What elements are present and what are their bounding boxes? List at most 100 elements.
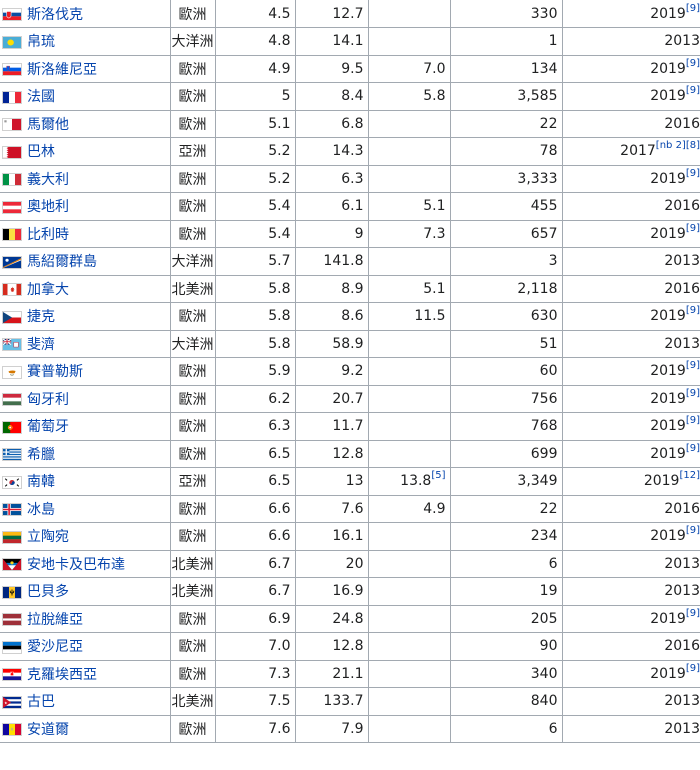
citation-ref-link[interactable]: [12] [679, 470, 700, 481]
value-cell-2: 7.6 [294, 494, 369, 523]
value-cell-4: 840 [449, 687, 563, 716]
value-cell-3 [367, 137, 451, 166]
citation-ref[interactable]: [9] [686, 388, 700, 399]
country-link[interactable]: 斯洛維尼亞 [27, 62, 97, 78]
citation-ref[interactable]: [9] [686, 168, 700, 179]
country-link[interactable]: 安地卡及巴布達 [27, 557, 125, 573]
value-1: 7.5 [268, 693, 291, 710]
country-link[interactable]: 拉脫維亞 [27, 612, 83, 628]
citation-ref-link[interactable]: [9] [686, 388, 700, 399]
country-link[interactable]: 葡萄牙 [27, 419, 69, 435]
citation-ref-link[interactable]: [9] [686, 608, 700, 619]
value-cell-4: 6 [449, 549, 563, 578]
value-1: 4.8 [268, 33, 291, 50]
citation-ref-link[interactable]: [9] [686, 168, 700, 179]
citation-ref[interactable]: [9] [686, 360, 700, 371]
country-link[interactable]: 克羅埃西亞 [27, 667, 97, 683]
citation-ref[interactable]: [12] [679, 470, 700, 481]
citation-ref[interactable]: [9] [686, 608, 700, 619]
citation-ref-link[interactable]: [9] [686, 58, 700, 69]
country-link[interactable]: 古巴 [27, 694, 55, 710]
country-cell: 帛琉 [0, 27, 171, 56]
citation-ref-link[interactable]: [9] [686, 305, 700, 316]
country-link[interactable]: 馬紹爾群島 [27, 254, 97, 270]
country-link[interactable]: 冰島 [27, 502, 55, 518]
greece-flag-icon [2, 448, 22, 462]
year-text: 2019 [650, 170, 686, 187]
table-row: 拉脫維亞 歐洲 6.9 24.8 205 2019[9] [0, 604, 700, 633]
country-link[interactable]: 希臘 [27, 447, 55, 463]
country-link[interactable]: 加拿大 [27, 282, 69, 298]
citation-ref[interactable]: [9] [686, 663, 700, 674]
iceland-flag-icon [2, 503, 22, 517]
citation-ref[interactable]: [9] [686, 525, 700, 536]
value-1: 6.6 [268, 500, 291, 517]
country-link[interactable]: 義大利 [27, 172, 69, 188]
citation-ref-link[interactable]: [9] [686, 415, 700, 426]
value-1: 7.0 [268, 638, 291, 655]
country-link[interactable]: 帛琉 [27, 34, 55, 50]
country-link[interactable]: 法國 [27, 89, 55, 105]
country-link[interactable]: 愛沙尼亞 [27, 639, 83, 655]
value-2: 16.1 [332, 528, 364, 545]
country-cell: 巴林 [0, 137, 171, 166]
country-link[interactable]: 南韓 [27, 474, 55, 490]
citation-ref-link[interactable]: [9] [686, 85, 700, 96]
country-cell: 冰島 [0, 494, 171, 523]
citation-ref[interactable]: [9] [686, 305, 700, 316]
france-flag-icon [2, 90, 22, 104]
country-link[interactable]: 斯洛伐克 [27, 7, 83, 23]
country-link[interactable]: 斐濟 [27, 337, 55, 353]
citation-ref-link[interactable]: [9] [686, 360, 700, 371]
country-cell: 拉脫維亞 [0, 604, 171, 633]
value-2: 141.8 [323, 253, 364, 270]
country-link[interactable]: 馬爾他 [27, 117, 69, 133]
value-1: 6.5 [268, 473, 291, 490]
region-text: 歐洲 [178, 171, 207, 188]
value-2: 6.1 [341, 198, 364, 215]
value-cell-3 [367, 357, 451, 386]
value-4: 6 [548, 555, 558, 572]
value-2: 11.7 [332, 418, 364, 435]
citation-ref-link[interactable]: [9] [686, 663, 700, 674]
country-link[interactable]: 安道爾 [27, 722, 69, 738]
year-cell: 2019[9] [561, 522, 700, 551]
citation-ref[interactable]: [9] [686, 443, 700, 454]
year-text: 2019 [650, 60, 686, 77]
citation-ref[interactable]: [9] [686, 415, 700, 426]
country-cell: 希臘 [0, 439, 171, 468]
citation-ref-link[interactable]: [9] [686, 3, 700, 14]
citation-ref-link[interactable]: [9] [686, 223, 700, 234]
value-cell-2: 20.7 [294, 384, 369, 413]
value-4: 78 [539, 143, 558, 160]
citation-ref-link[interactable]: [nb 2][8] [656, 140, 700, 151]
region-text: 歐洲 [178, 501, 207, 518]
citation-ref[interactable]: [5] [431, 470, 445, 481]
country-link[interactable]: 賽普勒斯 [27, 364, 83, 380]
value-cell-1: 4.5 [214, 0, 296, 28]
country-link[interactable]: 比利時 [27, 227, 69, 243]
country-link[interactable]: 捷克 [27, 309, 55, 325]
citation-ref-link[interactable]: [5] [431, 470, 445, 481]
citation-ref-link[interactable]: [9] [686, 443, 700, 454]
citation-ref[interactable]: [9] [686, 223, 700, 234]
country-link[interactable]: 匈牙利 [27, 392, 69, 408]
value-1: 6.9 [268, 610, 291, 627]
citation-ref[interactable]: [9] [686, 58, 700, 69]
country-link[interactable]: 巴貝多 [27, 584, 69, 600]
country-link[interactable]: 巴林 [27, 144, 55, 160]
citation-ref[interactable]: [9] [686, 3, 700, 14]
country-link[interactable]: 立陶宛 [27, 529, 69, 545]
country-link[interactable]: 奧地利 [27, 199, 69, 215]
value-1: 5 [281, 88, 291, 105]
year-text: 2019 [650, 445, 686, 462]
southkorea-flag-icon [2, 475, 22, 489]
year-text: 2016 [664, 198, 700, 215]
citation-ref[interactable]: [nb 2][8] [656, 140, 700, 151]
country-cell: 奧地利 [0, 192, 171, 221]
citation-ref[interactable]: [9] [686, 85, 700, 96]
citation-ref-link[interactable]: [9] [686, 525, 700, 536]
region-text: 大洋洲 [171, 336, 214, 353]
table-row: 斯洛伐克 歐洲 4.5 12.7 330 2019[9] [0, 0, 700, 28]
value-cell-4: 330 [449, 0, 563, 28]
